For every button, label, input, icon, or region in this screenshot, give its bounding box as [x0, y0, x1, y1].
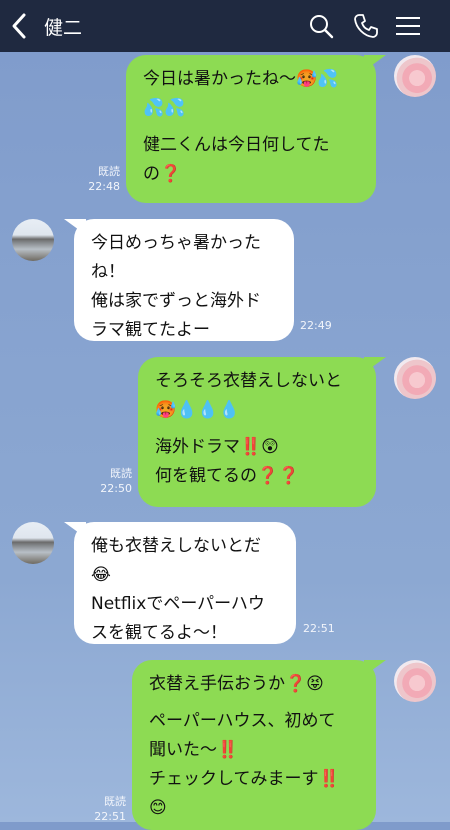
read-receipt: 既読	[98, 165, 120, 178]
message-bubble-sent[interactable]: 今日は暑かったね〜🥵💦 💦💦 健二くんは今日何してた の❓	[126, 55, 376, 203]
message-bubble-sent[interactable]: そろそろ衣替えしないと 🥵💧💧💧 海外ドラマ‼️😲 何を観てるの❓❓	[138, 357, 376, 507]
search-icon[interactable]	[307, 12, 335, 40]
message-line: 俺も衣替えしないとだ	[91, 536, 261, 556]
contact-name: 健二	[44, 17, 83, 39]
timestamp: 22:51	[303, 622, 335, 635]
message-line: の❓	[143, 164, 182, 184]
message-line: ラマ観てたよー	[91, 320, 210, 340]
message-line: 健二くんは今日何してた	[143, 135, 330, 155]
message-line: 🥵💧💧💧	[155, 400, 240, 420]
contact-avatar[interactable]	[12, 522, 54, 564]
timestamp: 22:49	[300, 319, 332, 332]
message-line	[155, 425, 360, 433]
message-line: ペーパーハウス、初めて	[149, 711, 336, 731]
message-line: 今日めっちゃ暑かった	[91, 233, 261, 253]
my-avatar[interactable]	[394, 357, 436, 399]
message-meta: 22:49	[300, 318, 332, 333]
message-line: 💦💦	[143, 98, 186, 118]
message-line: Netflixでペーパーハウ	[91, 594, 265, 614]
message-bubble-sent[interactable]: 衣替え手伝おうか❓😝 ペーパーハウス、初めて 聞いた〜‼️ チェックしてみまーす…	[132, 660, 376, 830]
message-bubble-received[interactable]: 俺も衣替えしないとだ 😂 Netflixでペーパーハウ スを観てるよ〜！	[74, 522, 296, 644]
read-receipt: 既読	[104, 795, 126, 808]
message-line	[149, 699, 360, 707]
message-line: チェックしてみまーす‼️	[149, 769, 340, 789]
message-meta: 既読 22:50	[94, 466, 132, 496]
message-line: 😂	[91, 565, 111, 585]
timestamp: 22:50	[100, 482, 132, 495]
back-arrow-icon[interactable]	[6, 10, 34, 42]
message-line: 聞いた〜‼️	[149, 740, 239, 760]
my-avatar[interactable]	[394, 55, 436, 97]
message-line: 衣替え手伝おうか❓😝	[149, 674, 324, 694]
menu-icon[interactable]	[394, 12, 422, 40]
message-line: ね！	[91, 262, 125, 282]
message-line	[143, 123, 360, 131]
my-avatar[interactable]	[394, 660, 436, 702]
message-meta: 22:51	[303, 621, 335, 636]
phone-icon[interactable]	[352, 12, 380, 40]
message-line: スを観てるよ〜！	[91, 623, 227, 643]
contact-avatar[interactable]	[12, 219, 54, 261]
message-line: 今日は暑かったね〜🥵💦	[143, 69, 339, 89]
message-line: 俺は家でずっと海外ド	[91, 291, 261, 311]
message-line: 何を観てるの❓❓	[155, 466, 300, 486]
message-line: そろそろ衣替えしないと	[155, 371, 342, 391]
message-line: 海外ドラマ‼️😲	[155, 437, 279, 457]
message-meta: 既読 22:51	[88, 794, 126, 824]
read-receipt: 既読	[110, 467, 132, 480]
message-meta: 既読 22:48	[82, 164, 120, 194]
message-line: 😊	[149, 798, 167, 818]
chat-header: 健二	[0, 0, 450, 52]
timestamp: 22:48	[88, 180, 120, 193]
message-bubble-received[interactable]: 今日めっちゃ暑かった ね！ 俺は家でずっと海外ド ラマ観てたよー	[74, 219, 294, 341]
